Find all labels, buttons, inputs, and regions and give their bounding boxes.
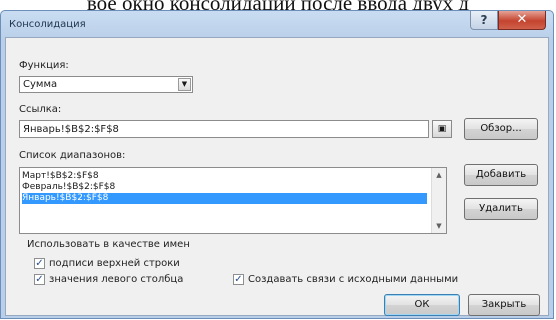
left-column-checkbox[interactable]: ✓: [34, 274, 45, 285]
help-button[interactable]: ?: [470, 11, 498, 30]
top-row-checkbox[interactable]: ✓: [34, 258, 45, 269]
create-links-label[interactable]: Создавать связи с исходными данными: [248, 274, 458, 285]
list-item[interactable]: Март!$B$2:$F$8: [22, 171, 99, 182]
reference-label: Ссылка:: [19, 104, 62, 115]
browse-button[interactable]: Обзор...: [464, 118, 538, 140]
dialog-body: Функция: Сумма ▼ Ссылка: Январь!$B$2:$F$…: [5, 37, 549, 316]
reference-value: Январь!$B$2:$F$8: [23, 124, 119, 135]
function-select[interactable]: Сумма ▼: [19, 76, 193, 93]
function-label: Функция:: [19, 60, 69, 71]
consolidation-dialog: Консолидация ? ✕ Функция: Сумма ▼ Ссылка…: [0, 10, 554, 319]
list-item-selected[interactable]: Январь!$B$2:$F$8: [22, 193, 427, 204]
delete-button[interactable]: Удалить: [464, 198, 538, 220]
ranges-list[interactable]: Март!$B$2:$F$8 Февраль!$B$2:$F$8 Январь!…: [19, 167, 447, 234]
chevron-down-icon[interactable]: ▼: [178, 78, 191, 91]
scroll-up-icon[interactable]: ▲: [434, 170, 444, 180]
dialog-title: Консолидация: [9, 19, 86, 30]
list-item[interactable]: Февраль!$B$2:$F$8: [22, 182, 115, 193]
scroll-down-icon[interactable]: ▼: [434, 221, 444, 231]
use-labels-heading: Использовать в качестве имен: [27, 239, 190, 250]
title-bar[interactable]: Консолидация ? ✕: [1, 11, 553, 39]
top-row-label[interactable]: подписи верхней строки: [49, 258, 180, 269]
add-button[interactable]: Добавить: [464, 164, 538, 186]
range-select-icon[interactable]: ▣: [432, 120, 452, 138]
list-scrollbar[interactable]: ▲ ▼: [431, 168, 446, 233]
close-window-button[interactable]: ✕: [498, 11, 546, 30]
ok-button[interactable]: ОК: [384, 294, 460, 316]
left-column-label[interactable]: значения левого столбца: [49, 274, 183, 285]
ranges-label: Список диапазонов:: [19, 150, 126, 161]
create-links-checkbox[interactable]: ✓: [233, 274, 244, 285]
close-button[interactable]: Закрыть: [468, 294, 540, 316]
reference-input[interactable]: Январь!$B$2:$F$8: [19, 120, 429, 138]
function-selected-value: Сумма: [23, 79, 58, 90]
